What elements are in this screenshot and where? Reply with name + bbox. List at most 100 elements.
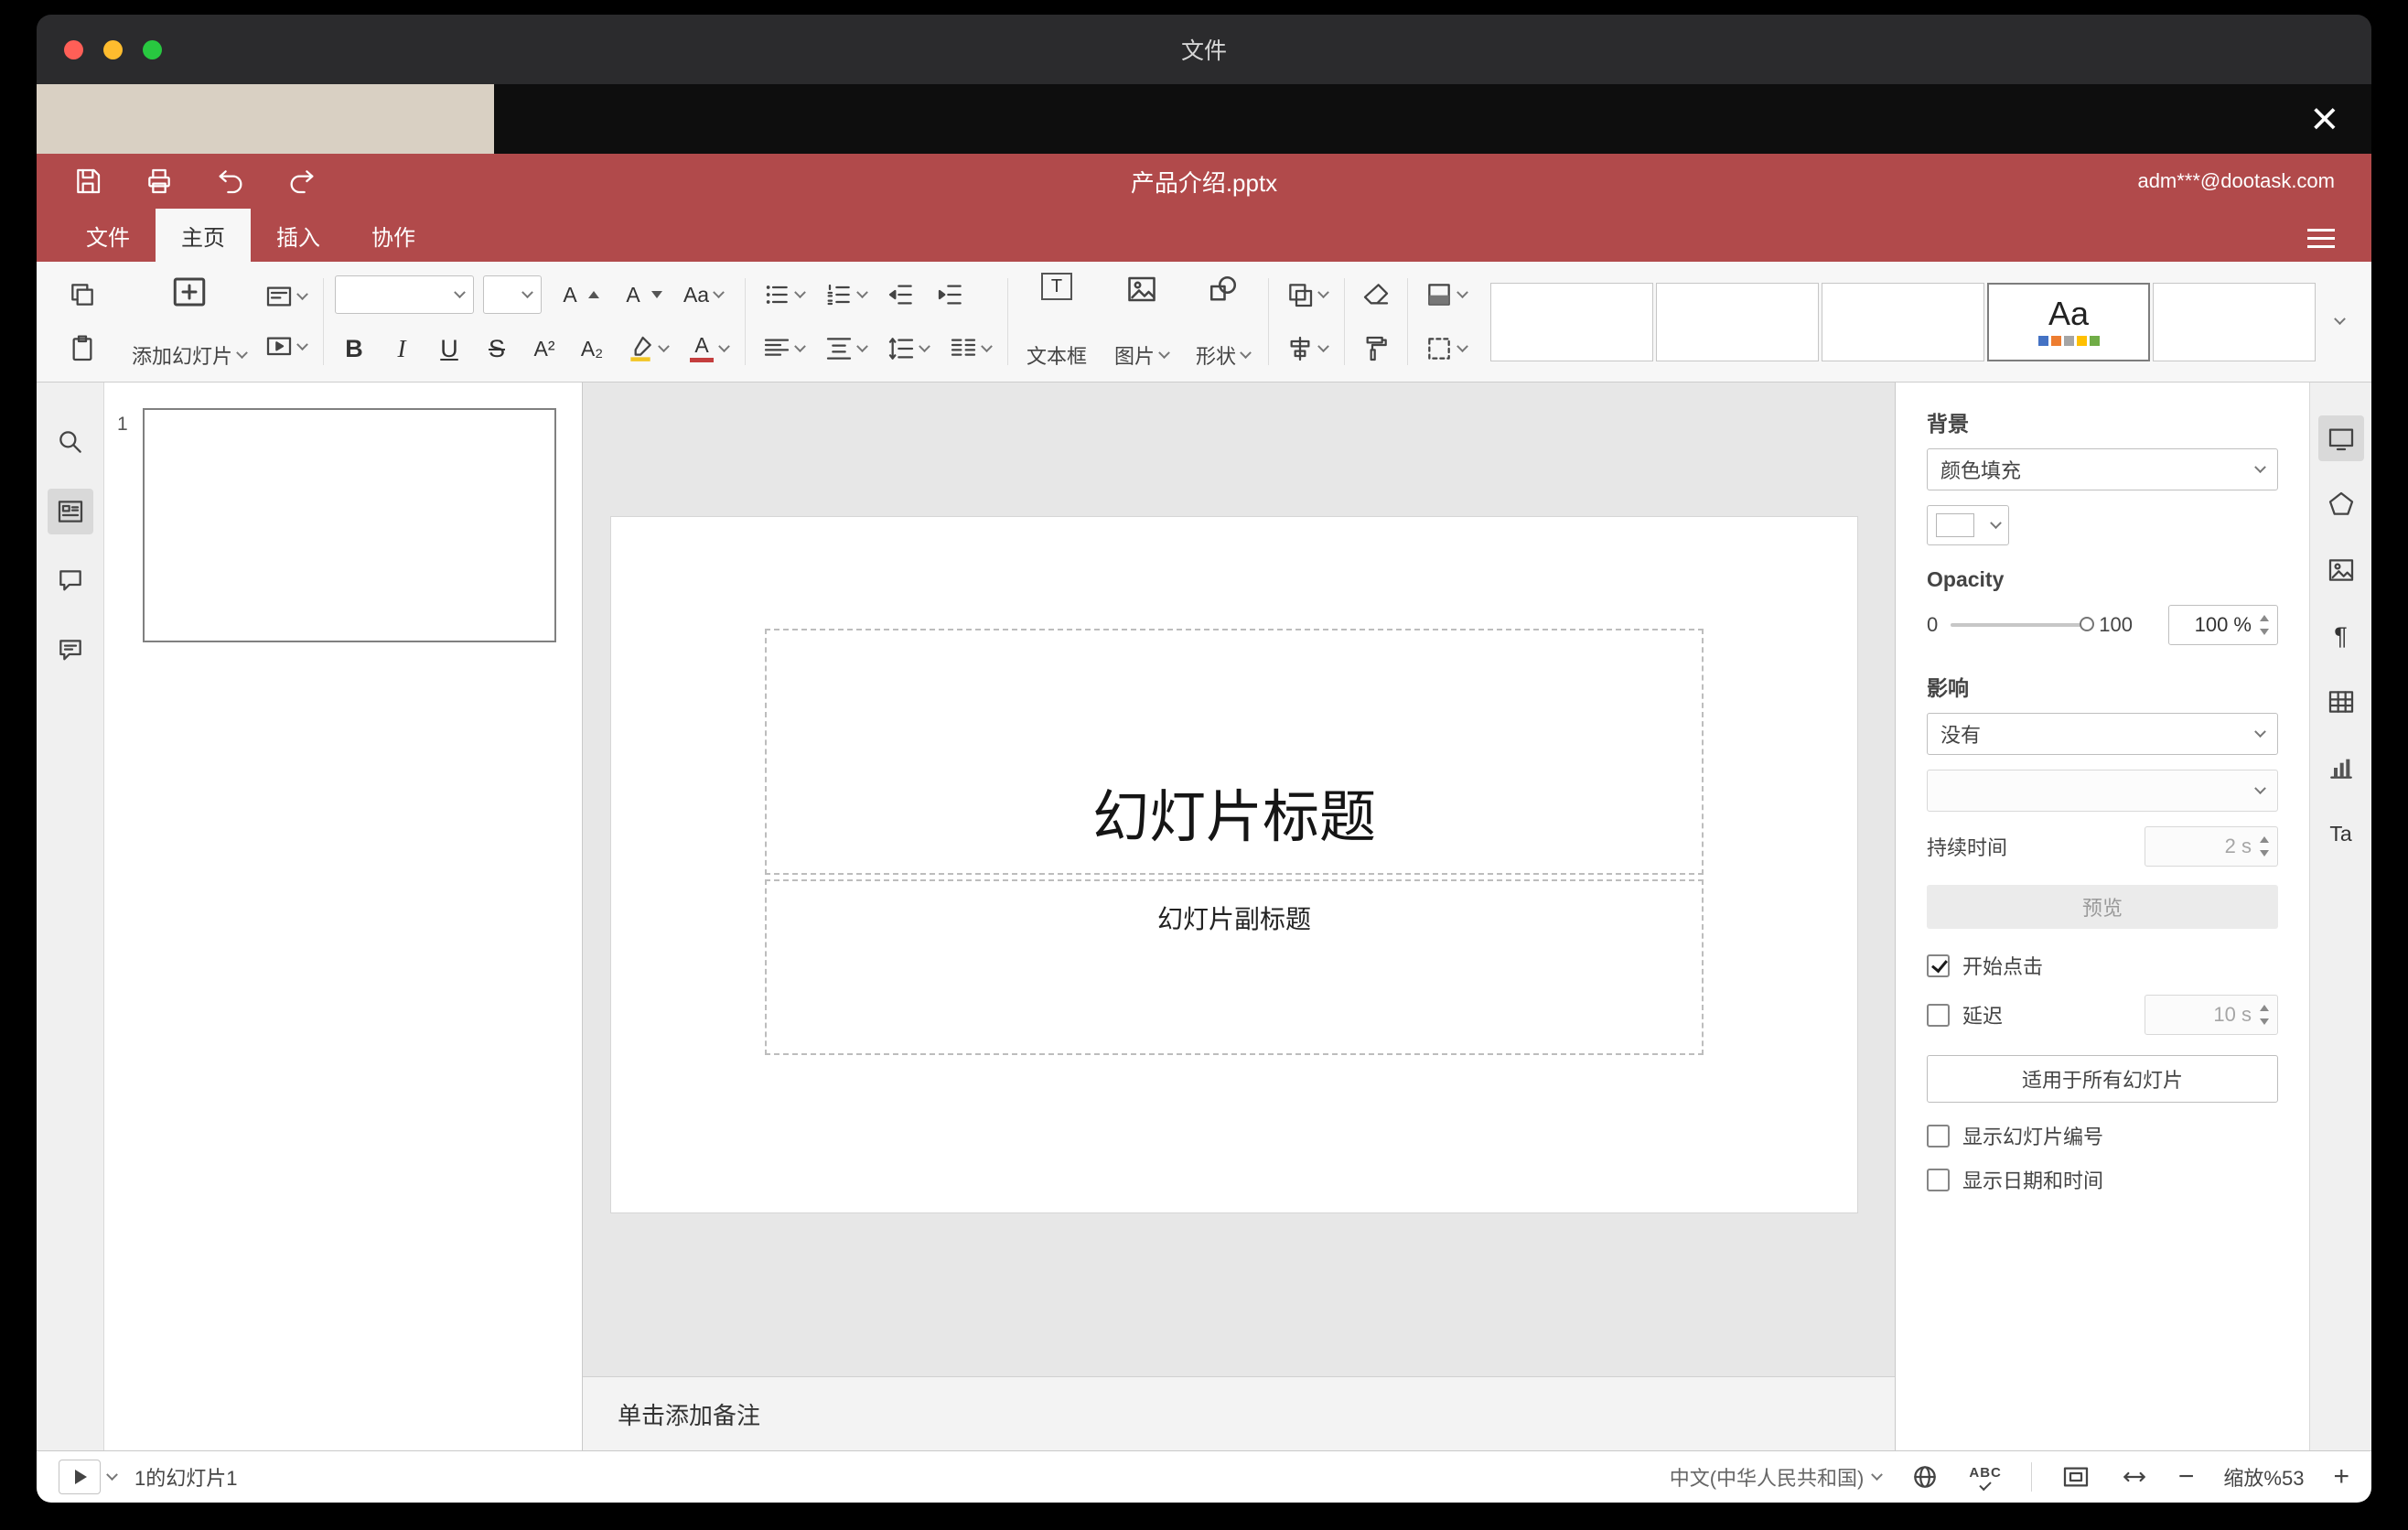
clear-style-button[interactable] xyxy=(1356,276,1396,313)
table-settings-button[interactable] xyxy=(2318,679,2364,725)
change-case-button[interactable]: Aa xyxy=(677,279,728,311)
quick-access-icons xyxy=(73,167,317,196)
bold-button[interactable]: B xyxy=(335,331,373,367)
opacity-value-input[interactable]: 100 % xyxy=(2168,605,2278,645)
title-placeholder[interactable]: 幻灯片标题 xyxy=(765,629,1704,875)
effect-option-select[interactable] xyxy=(1927,770,2278,812)
highlight-color-button[interactable] xyxy=(620,330,673,367)
slide-layout-button[interactable] xyxy=(259,278,312,315)
subtitle-placeholder[interactable]: 幻灯片副标题 xyxy=(765,879,1704,1055)
slide-canvas[interactable]: 幻灯片标题 幻灯片副标题 xyxy=(610,516,1858,1213)
triangle-up-icon xyxy=(588,291,600,298)
spellcheck-button[interactable]: ABC xyxy=(1969,1466,2002,1492)
line-spacing-button[interactable] xyxy=(881,330,934,367)
strikethrough-button[interactable]: S xyxy=(478,331,516,367)
theme-thumbnail[interactable] xyxy=(1656,282,1820,361)
slides-panel-button[interactable] xyxy=(47,489,93,534)
print-icon[interactable] xyxy=(145,167,174,196)
slide-thumbnail[interactable] xyxy=(143,408,556,642)
paragraph-settings-button[interactable]: ¶ xyxy=(2318,613,2364,659)
zoom-in-button[interactable]: + xyxy=(2333,1463,2349,1491)
underline-button[interactable]: U xyxy=(430,331,468,367)
slide-fill-button[interactable] xyxy=(1419,276,1472,313)
start-on-click-checkbox[interactable] xyxy=(1927,954,1950,977)
chart-settings-button[interactable] xyxy=(2318,745,2364,791)
fit-width-icon[interactable] xyxy=(2120,1462,2149,1492)
paste-button[interactable] xyxy=(62,330,102,367)
preview-button[interactable]: 预览 xyxy=(1927,885,2278,929)
fit-slide-icon[interactable] xyxy=(2061,1462,2091,1492)
close-icon[interactable]: × xyxy=(2311,95,2338,143)
textart-settings-button[interactable]: Ta xyxy=(2318,811,2364,857)
search-button[interactable] xyxy=(48,419,93,465)
insert-shape-button[interactable]: 形状 xyxy=(1188,271,1257,372)
select-tool-button[interactable] xyxy=(1419,330,1472,367)
delay-input[interactable]: 10 s xyxy=(2145,995,2278,1035)
tab-file[interactable]: 文件 xyxy=(60,209,156,262)
theme-thumbnail[interactable] xyxy=(1490,282,1654,361)
shape-settings-button[interactable] xyxy=(2318,481,2364,527)
comments-button[interactable] xyxy=(48,558,93,604)
chat-button[interactable] xyxy=(48,628,93,673)
arrange-shapes-button[interactable] xyxy=(1280,276,1333,313)
add-slide-button[interactable]: 添加幻灯片 xyxy=(124,271,253,372)
columns-button[interactable] xyxy=(943,330,996,367)
theme-thumbnail[interactable] xyxy=(1822,282,1985,361)
show-date-checkbox[interactable] xyxy=(1927,1168,1950,1191)
undo-icon[interactable] xyxy=(216,167,245,196)
decrease-font-button[interactable]: A xyxy=(614,279,668,311)
image-settings-button[interactable] xyxy=(2318,547,2364,593)
close-window-button[interactable] xyxy=(64,39,83,59)
delay-checkbox[interactable] xyxy=(1927,1003,1950,1027)
opacity-slider[interactable] xyxy=(1951,617,2095,631)
status-bar: 1的幻灯片1 中文(中华人民共和国) ABC − 缩放%53 + xyxy=(37,1450,2371,1503)
insert-textbox-button[interactable]: T 文本框 xyxy=(1019,271,1094,372)
copy-button[interactable] xyxy=(62,276,102,313)
subscript-button[interactable]: A₂ xyxy=(573,333,611,365)
bullet-list-button[interactable] xyxy=(757,276,810,313)
vertical-align-button[interactable] xyxy=(819,330,872,367)
zoom-window-button[interactable] xyxy=(143,39,162,59)
start-slideshow-status-button[interactable] xyxy=(59,1460,101,1494)
slide-settings-button[interactable] xyxy=(2317,415,2364,461)
tab-collaboration[interactable]: 协作 xyxy=(346,209,441,262)
zoom-out-button[interactable]: − xyxy=(2178,1463,2195,1491)
redo-icon[interactable] xyxy=(287,167,317,196)
fill-type-select[interactable]: 颜色填充 xyxy=(1927,448,2278,490)
theme-thumbnail-selected[interactable]: Aa xyxy=(1987,282,2151,361)
save-icon[interactable] xyxy=(73,167,102,196)
fill-color-select[interactable] xyxy=(1927,505,2009,545)
theme-thumbnail[interactable] xyxy=(2153,282,2317,361)
chart-icon xyxy=(2329,759,2352,779)
notes-area[interactable]: 单击添加备注 xyxy=(583,1376,1895,1450)
increase-indent-button[interactable] xyxy=(930,276,971,313)
chevron-down-icon[interactable] xyxy=(106,1468,118,1481)
font-name-select[interactable] xyxy=(335,275,475,314)
effect-select[interactable]: 没有 xyxy=(1927,713,2278,755)
align-objects-button[interactable] xyxy=(1280,330,1333,367)
italic-button[interactable]: I xyxy=(382,331,421,367)
increase-font-button[interactable]: A xyxy=(551,279,605,311)
menu-icon[interactable] xyxy=(2307,223,2335,253)
copy-style-button[interactable] xyxy=(1356,330,1396,367)
bold-glyph: B xyxy=(345,334,363,362)
start-slideshow-button[interactable] xyxy=(259,329,312,365)
superscript-button[interactable]: A² xyxy=(525,333,564,365)
insert-image-button[interactable]: 图片 xyxy=(1107,271,1176,372)
horizontal-align-button[interactable] xyxy=(757,330,810,367)
tab-home[interactable]: 主页 xyxy=(156,209,251,262)
apply-to-all-button[interactable]: 适用于所有幻灯片 xyxy=(1927,1055,2278,1103)
font-size-select[interactable] xyxy=(483,275,543,314)
traffic-lights xyxy=(64,15,162,84)
language-select[interactable]: 中文(中华人民共和国) xyxy=(1670,1462,1884,1492)
font-color-button[interactable]: A xyxy=(683,331,734,366)
decrease-indent-button[interactable] xyxy=(881,276,921,313)
numbered-list-button[interactable] xyxy=(819,276,872,313)
globe-icon[interactable] xyxy=(1910,1462,1940,1492)
duration-input[interactable]: 2 s xyxy=(2145,826,2278,867)
tab-insert[interactable]: 插入 xyxy=(251,209,346,262)
opacity-slider-knob[interactable] xyxy=(2080,617,2095,631)
theme-gallery-expand-button[interactable] xyxy=(2328,307,2351,338)
show-slide-number-checkbox[interactable] xyxy=(1927,1124,1950,1148)
minimize-window-button[interactable] xyxy=(103,39,123,59)
